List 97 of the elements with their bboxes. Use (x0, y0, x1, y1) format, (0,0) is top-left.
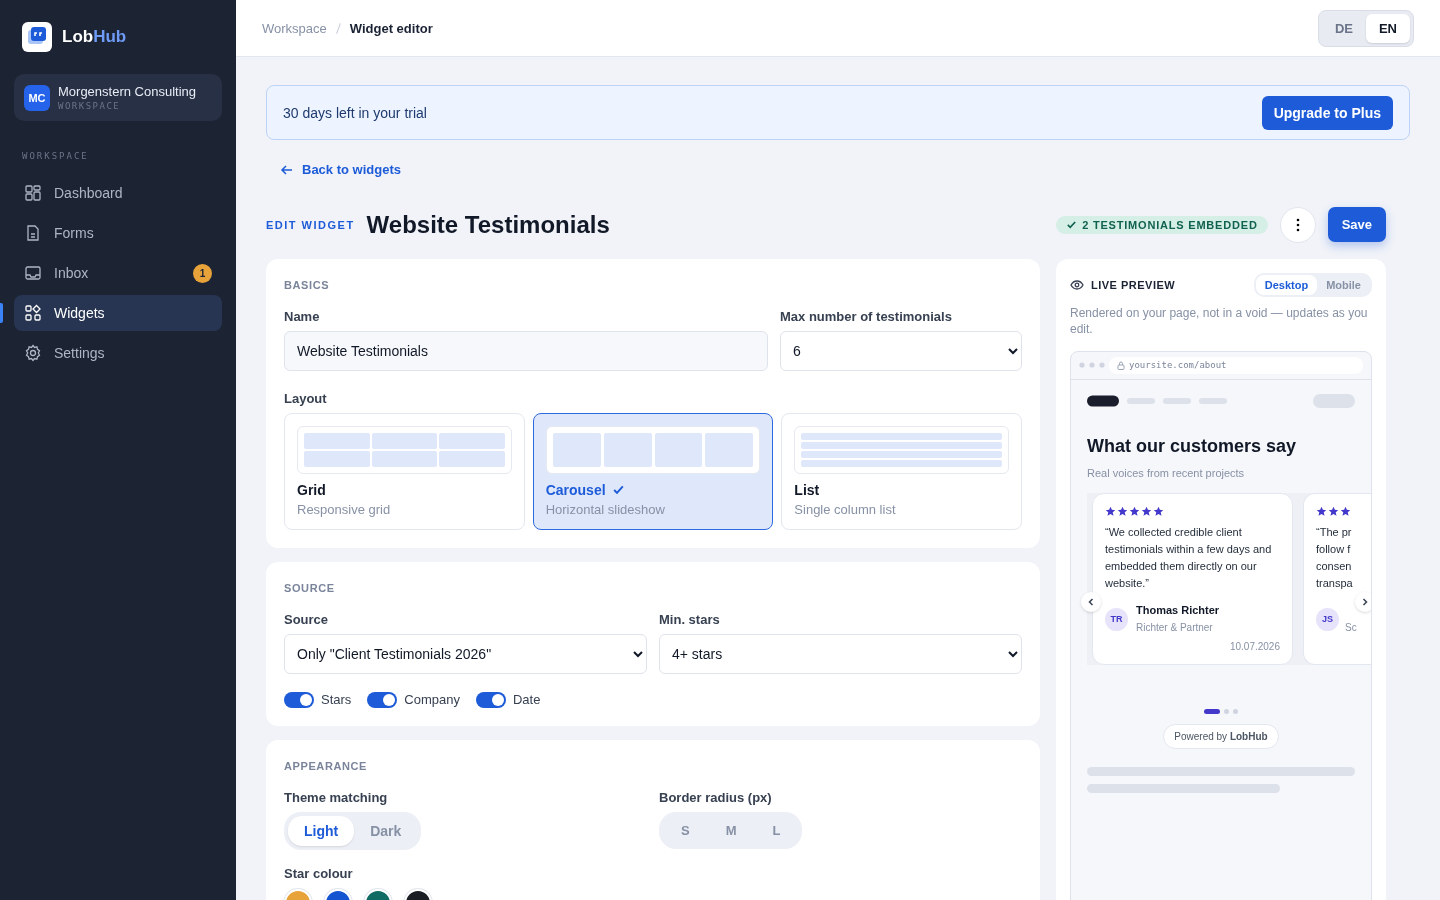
nav-label: Forms (54, 225, 95, 241)
preview-title: What our customers say (1087, 435, 1298, 457)
min-stars-select[interactable]: 4+ stars (659, 633, 1022, 674)
field-label: Border radius (px) (659, 789, 773, 805)
author-company: Sc (1345, 621, 1357, 633)
layout-title: List (794, 481, 820, 498)
dashboard-icon (24, 184, 42, 202)
workspace-label: WORKSPACE (58, 101, 122, 111)
layout-description: Single column list (794, 501, 897, 517)
source-select[interactable]: Only "Client Testimonials 2026" (284, 633, 647, 674)
layout-title: Grid (297, 481, 326, 498)
toggle-switch[interactable] (284, 691, 314, 708)
layout-description: Horizontal slideshow (545, 501, 666, 517)
count-badge: 1 (193, 263, 212, 283)
device-option[interactable]: Desktop (1255, 274, 1318, 295)
testimonial-quote: “We collected credible client testimonials within a few days and embedded them directly on our website.” (1105, 524, 1273, 591)
nav-label: Settings (54, 345, 106, 361)
layout-option[interactable]: List Single column list (781, 412, 1022, 530)
star-icon (1129, 505, 1140, 517)
eyebrow-label: EDIT WIDGET (266, 218, 355, 231)
field-label: Source (284, 611, 330, 627)
language-option[interactable]: DE (1321, 13, 1366, 43)
trial-text: 30 days left in your trial (283, 104, 427, 121)
field-label: Theme matching (284, 789, 389, 805)
layout-title: Carousel (545, 481, 606, 498)
toggle-label: Stars (321, 692, 352, 707)
page-dot[interactable] (1233, 708, 1238, 714)
author-avatar: JS (1316, 607, 1339, 631)
section-heading: APPEARANCE (284, 759, 368, 772)
nav-item[interactable]: Inbox 1 (14, 255, 222, 291)
field-label: Layout (284, 390, 328, 406)
arrow-left-icon (280, 162, 294, 177)
check-icon (611, 483, 625, 496)
layout-option[interactable]: Grid Responsive grid (284, 412, 525, 530)
upgrade-button[interactable]: Upgrade to Plus (1261, 95, 1393, 130)
star-icon (1328, 505, 1339, 517)
nav-item[interactable]: Dashboard (14, 175, 222, 211)
url-text: yoursite.com/about (1129, 360, 1227, 370)
nav-label: Inbox (54, 265, 90, 281)
testimonial-date: 10.07.2026 (1228, 640, 1280, 652)
preview-subtitle: Real voices from recent projects (1087, 466, 1246, 479)
field-label: Star colour (284, 865, 354, 881)
window-dots-icon (1079, 362, 1105, 368)
star-icon (1153, 505, 1164, 517)
workspace-switcher[interactable]: MC Morgenstern Consulting WORKSPACE (14, 74, 222, 121)
save-button[interactable]: Save (1327, 207, 1386, 242)
toggle-label: Company (404, 692, 460, 707)
author-company: Richter & Partner (1136, 621, 1214, 633)
testimonial-quote: “The pr follow f consen transpa (1316, 524, 1354, 591)
inbox-icon (24, 264, 42, 282)
toggle-label: Date (513, 692, 541, 707)
page-title: Website Testimonials (366, 210, 611, 239)
nav-heading: WORKSPACE (22, 151, 90, 161)
section-heading: SOURCE (284, 581, 336, 594)
section-heading: BASICS (284, 278, 331, 291)
star-icon (1117, 505, 1128, 517)
star-icon (1141, 505, 1152, 517)
widgets-icon (24, 304, 42, 322)
chevron-right-icon (1361, 597, 1369, 606)
toggle-switch[interactable] (367, 691, 398, 708)
layout-option[interactable]: Carousel Horizontal slideshow (532, 412, 774, 530)
status-text: 2 TESTIMONIALS EMBEDDED (1082, 218, 1258, 231)
toggle-switch[interactable] (476, 691, 506, 708)
author-avatar: TR (1105, 607, 1128, 631)
check-icon (1066, 219, 1078, 230)
document-icon (24, 224, 42, 242)
workspace-avatar: MC (24, 84, 50, 111)
chevron-left-icon (1087, 597, 1095, 606)
preview-heading: LIVE PREVIEW (1091, 278, 1177, 291)
nav-item[interactable]: Settings (14, 335, 222, 371)
nav-label: Dashboard (54, 185, 124, 201)
eye-icon (1070, 277, 1084, 292)
star-icon (1105, 505, 1116, 517)
preview-description: Rendered on your page, not in a void — updates as you edit. (1070, 304, 1369, 337)
field-label: Min. stars (659, 611, 721, 627)
author-name: Thomas Richter (1136, 603, 1220, 617)
layout-description: Responsive grid (297, 501, 392, 517)
theme-option[interactable]: Light (288, 815, 355, 846)
back-link[interactable]: Back to widgets (280, 162, 401, 177)
lock-icon (1117, 360, 1125, 370)
field-label: Max number of testimonials (780, 308, 953, 324)
star-icon (1340, 505, 1351, 517)
star-icon (1316, 505, 1327, 517)
breadcrumb: Widget editor (349, 20, 433, 36)
name-input[interactable]: Website Testimonials (284, 330, 768, 371)
nav-label: Widgets (54, 305, 106, 321)
settings-icon (24, 344, 42, 362)
logo-icon (22, 22, 52, 52)
more-icon (1295, 217, 1300, 232)
language-option[interactable]: EN (1365, 13, 1410, 43)
workspace-name: Morgenstern Consulting (58, 84, 197, 99)
powered-by-badge: Powered by LobHub (1163, 723, 1279, 749)
nav-item[interactable]: Forms (14, 215, 222, 251)
brand-name: LobHub (62, 27, 127, 47)
page-dot[interactable] (1224, 708, 1229, 714)
field-label: Name (284, 308, 321, 324)
max-count-select[interactable]: 6 (780, 330, 1022, 371)
